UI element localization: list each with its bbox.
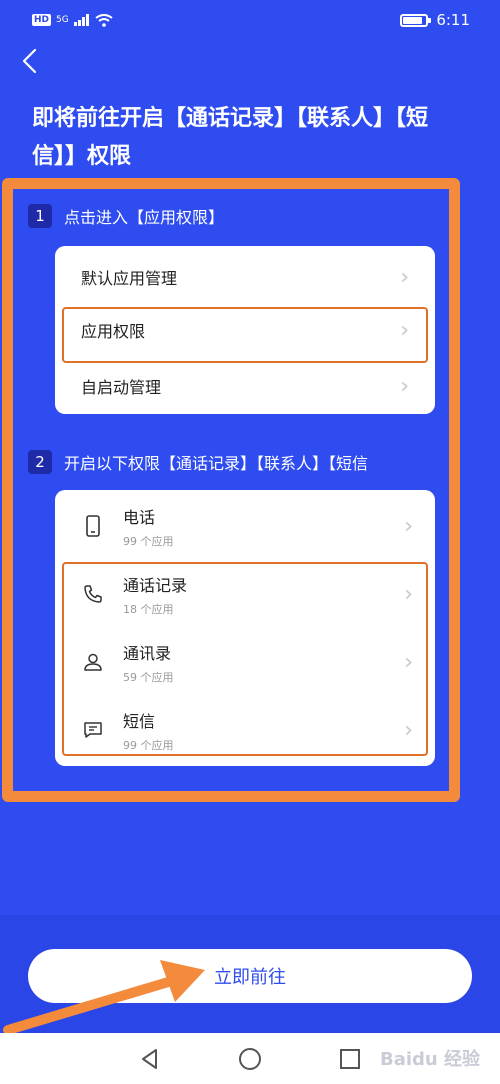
battery-icon [400, 13, 432, 27]
annotation-highlight-permissions [62, 562, 428, 756]
back-button[interactable] [14, 44, 44, 78]
status-bar: HD 5G 6:11 [0, 0, 500, 40]
clock: 6:11 [436, 11, 470, 29]
page-title: 即将前往开启【通话记录】【联系人】【短信】】权限 [32, 106, 429, 169]
hd-badge: HD [32, 14, 52, 26]
watermark: Baidu 经验 [379, 1049, 480, 1070]
chevron-left-icon [22, 48, 37, 74]
nav-home-icon[interactable] [238, 1047, 262, 1071]
signal-icon [73, 14, 89, 26]
annotation-highlight-app-permissions [62, 307, 428, 363]
nav-recents-icon[interactable] [339, 1048, 361, 1070]
nav-back-icon[interactable] [139, 1048, 161, 1070]
network-type: 5G [56, 15, 69, 25]
wifi-icon [95, 13, 113, 27]
annotation-arrow [3, 960, 205, 1035]
